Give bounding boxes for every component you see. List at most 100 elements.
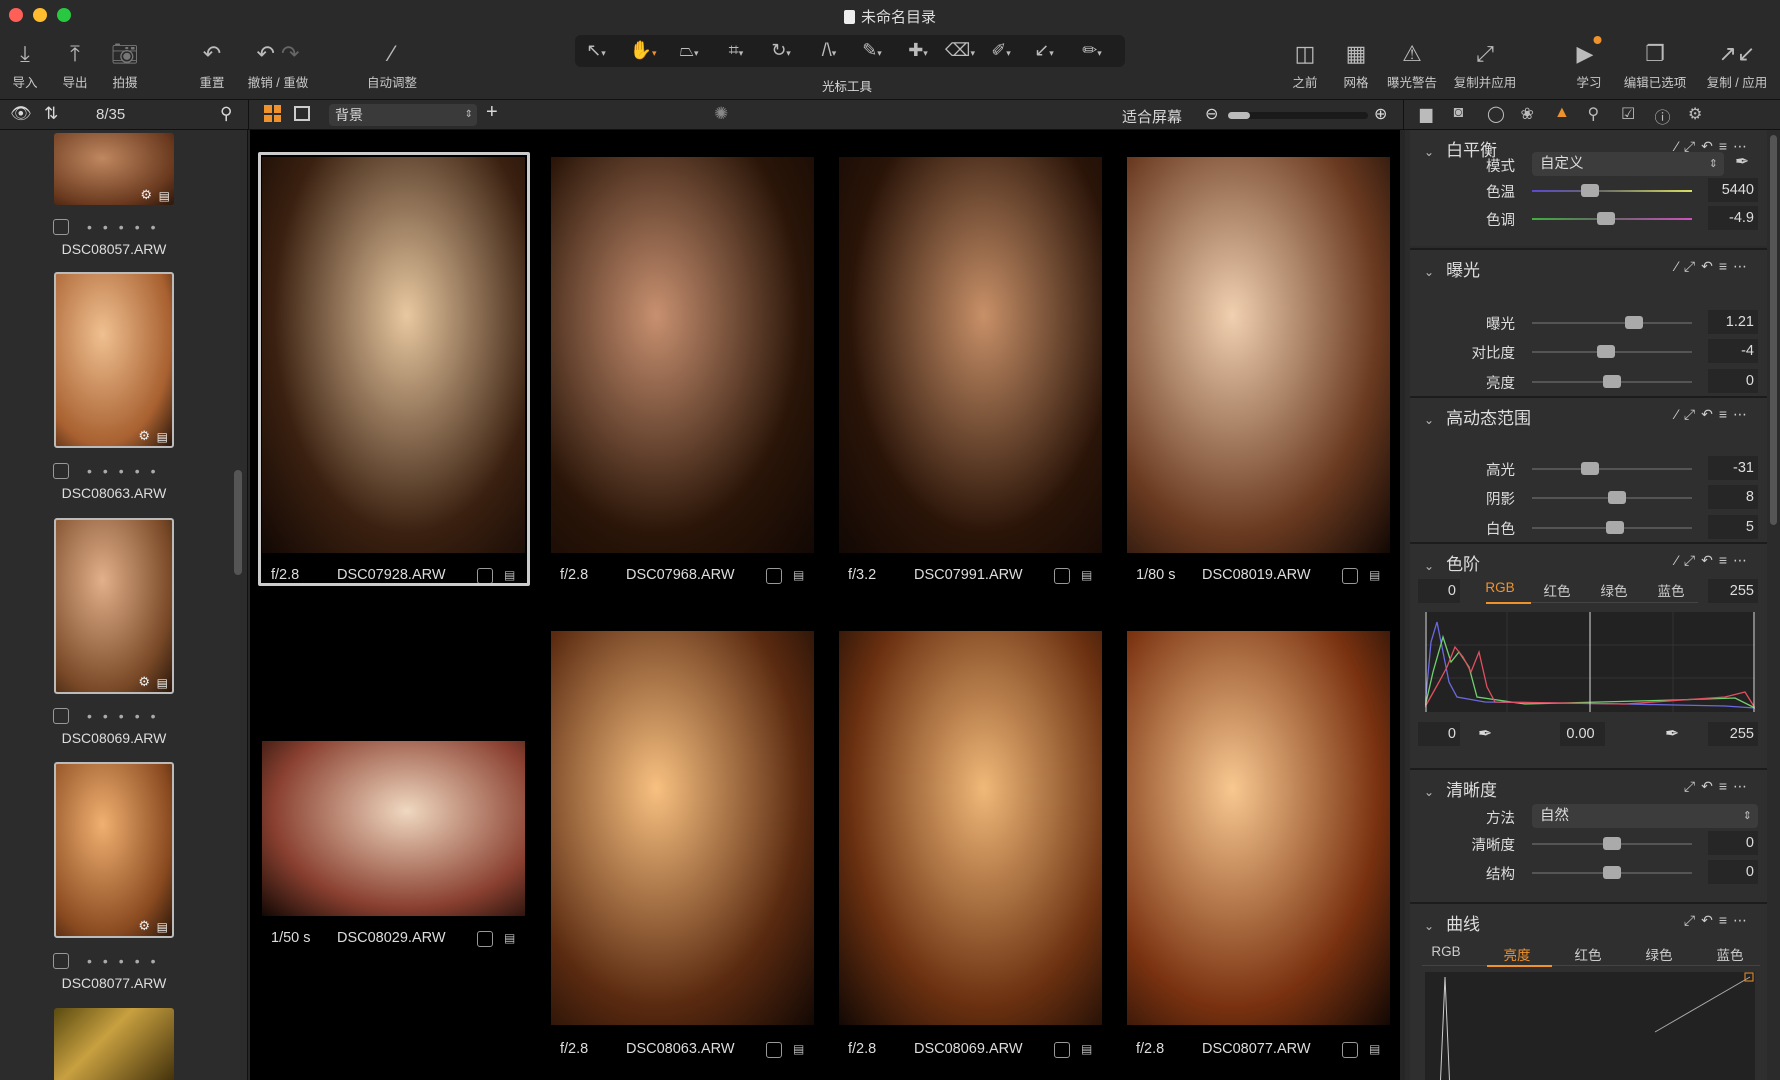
slider-thumb[interactable] (1580, 184, 1599, 197)
chevron-down-icon[interactable]: ⌄ (1424, 559, 1434, 573)
add-icon[interactable]: + (486, 101, 498, 124)
copy-apply-icon[interactable]: ⤢ (1684, 258, 1701, 274)
sort-icon[interactable]: ⇅ (44, 104, 58, 124)
section-header[interactable]: ⌄ 清晰度 (1424, 776, 1497, 801)
rotate-tool-button[interactable]: ↻▾ (771, 40, 791, 61)
auto-adjust-button[interactable]: ⁄ 自动调整 (367, 28, 417, 100)
input-low-value[interactable]: 0 (1418, 579, 1460, 603)
adjustment-slider[interactable] (1532, 212, 1692, 225)
curve-tab-4[interactable]: 蓝色 (1717, 944, 1744, 964)
adjustment-slider[interactable] (1532, 184, 1692, 197)
adjustment-slider[interactable] (1532, 345, 1692, 358)
select-arrow-tool-button[interactable]: ↖▾ (586, 40, 606, 61)
filmstrip-thumbnail[interactable]: ⚙ ▤ (54, 272, 174, 448)
library-icon[interactable]: ▆ (1420, 104, 1432, 124)
curve-tab-2[interactable]: 红色 (1575, 944, 1602, 964)
chevron-down-icon[interactable]: ⌄ (1424, 919, 1434, 933)
curve-tab-0[interactable]: RGB (1431, 944, 1460, 959)
slider-value[interactable]: 8 (1708, 485, 1758, 509)
copy-slash-apply-button[interactable]: ↗↙ 复制 / 应用 (1707, 28, 1767, 100)
curve-graph[interactable] (1425, 972, 1755, 1080)
photo-thumbnail[interactable] (839, 157, 1102, 553)
more-icon[interactable]: ⋯ (1733, 406, 1753, 422)
presets-menu-icon[interactable]: ≡ (1719, 912, 1733, 928)
curve-tab-1[interactable]: 亮度 (1504, 944, 1531, 964)
adjustments-icon[interactable]: ☑ (1621, 104, 1635, 124)
white-point-eyedropper-icon[interactable]: ✒ (1665, 724, 1679, 744)
midtone-value[interactable]: 0.00 (1560, 722, 1605, 746)
exposure-tab-icon[interactable]: ▲ (1554, 104, 1570, 122)
auto-wand-icon[interactable]: ⁄ (1676, 258, 1684, 274)
slider-thumb[interactable] (1580, 462, 1599, 475)
select-checkbox[interactable] (53, 219, 69, 235)
fit-screen-label[interactable]: 适合屏幕 (1122, 106, 1182, 127)
adjustment-slider[interactable] (1532, 462, 1692, 475)
album-select[interactable]: 背景 ⇕ (329, 104, 477, 126)
presets-menu-icon[interactable]: ≡ (1719, 258, 1733, 274)
adjustment-slider[interactable] (1532, 316, 1692, 329)
output-low-value[interactable]: 0 (1418, 722, 1460, 746)
keystone-tool-button[interactable]: ⏢▾ (680, 40, 699, 61)
levels-tab-1[interactable]: 红色 (1544, 580, 1571, 600)
auto-wand-icon[interactable]: ⁄ (1676, 406, 1684, 422)
copy-apply-icon[interactable]: ⤢ (1684, 406, 1701, 422)
color-picker-tool-button[interactable]: ✐▾ (991, 40, 1011, 61)
filmstrip-thumbnail[interactable] (54, 1008, 174, 1080)
slider-value[interactable]: 0 (1708, 860, 1758, 884)
adjustment-slider[interactable] (1532, 521, 1692, 534)
sidebar-scrollbar[interactable] (234, 470, 242, 575)
copy-apply-button[interactable]: ⤢ 复制并应用 (1454, 28, 1517, 100)
levels-histogram[interactable] (1424, 612, 1756, 712)
reset-icon[interactable]: ↶ (1701, 552, 1719, 568)
eyedropper-icon[interactable]: ✒ (1735, 152, 1749, 172)
presets-menu-icon[interactable]: ≡ (1719, 552, 1733, 568)
output-high-value[interactable]: 255 (1708, 722, 1758, 746)
more-icon[interactable]: ⋯ (1733, 552, 1753, 568)
slider-thumb[interactable] (1606, 521, 1625, 534)
slider-thumb[interactable] (1603, 375, 1621, 388)
chevron-down-icon[interactable]: ⌄ (1424, 785, 1434, 799)
section-header[interactable]: ⌄ 高动态范围 (1424, 404, 1531, 429)
select-checkbox[interactable] (53, 463, 69, 479)
slider-thumb[interactable] (1625, 316, 1644, 329)
exposure-warning-button[interactable]: ⚠ 曝光警告 (1387, 28, 1437, 100)
adjustment-slider[interactable] (1532, 375, 1692, 388)
search-icon[interactable]: ⚲ (220, 104, 232, 124)
photo-thumbnail[interactable] (1127, 157, 1390, 553)
levels-tab-3[interactable]: 蓝色 (1658, 580, 1685, 600)
slider-value[interactable]: -31 (1708, 456, 1758, 480)
wb-mode-select[interactable]: 自定义 ⇕ (1532, 152, 1724, 176)
section-header[interactable]: ⌄ 色阶 (1424, 550, 1480, 575)
capture-icon[interactable]: ◙ (1454, 104, 1464, 122)
more-icon[interactable]: ⋯ (1733, 778, 1753, 794)
slider-value[interactable]: 0 (1708, 831, 1758, 855)
copy-apply-icon[interactable]: ⤢ (1684, 552, 1701, 568)
zoom-out-icon[interactable]: ⊖ (1205, 104, 1218, 124)
gradient-brush-tool-button[interactable]: ↙▾ (1034, 40, 1054, 61)
photo-thumbnail[interactable] (551, 157, 814, 553)
export-button[interactable]: ⤒ 导出 (62, 28, 87, 100)
eraser-tool-button[interactable]: ⌫▾ (945, 40, 975, 61)
learn-button[interactable]: ▶ 学习 (1576, 28, 1602, 100)
star-rating[interactable]: ••••• (87, 708, 167, 724)
capture-button[interactable]: 📷︎ 拍摄 (111, 28, 139, 100)
star-rating[interactable]: ••••• (87, 219, 167, 235)
slider-thumb[interactable] (1607, 491, 1626, 504)
filmstrip-thumbnail[interactable]: ⚙ ▤ (54, 133, 174, 205)
select-checkbox[interactable] (477, 931, 493, 947)
heal-tool-button[interactable]: ✚▾ (908, 40, 928, 61)
filmstrip-thumbnail[interactable]: ⚙ ▤ (54, 518, 174, 694)
more-icon[interactable]: ⋯ (1733, 258, 1753, 274)
slider-thumb[interactable] (1603, 866, 1621, 879)
slider-value[interactable]: 1.21 (1708, 310, 1758, 334)
adjustment-slider[interactable] (1532, 866, 1692, 879)
select-checkbox[interactable] (766, 568, 782, 584)
photo-thumbnail[interactable] (839, 631, 1102, 1025)
select-checkbox[interactable] (1342, 568, 1358, 584)
reset-icon[interactable]: ↶ (1701, 778, 1719, 794)
adjustment-slider[interactable] (1532, 491, 1692, 504)
more-icon[interactable]: ⋯ (1733, 912, 1753, 928)
auto-wand-icon[interactable]: ⁄ (1676, 552, 1684, 568)
lens-icon[interactable]: ◯ (1487, 104, 1505, 124)
slider-value[interactable]: 0 (1708, 369, 1758, 393)
